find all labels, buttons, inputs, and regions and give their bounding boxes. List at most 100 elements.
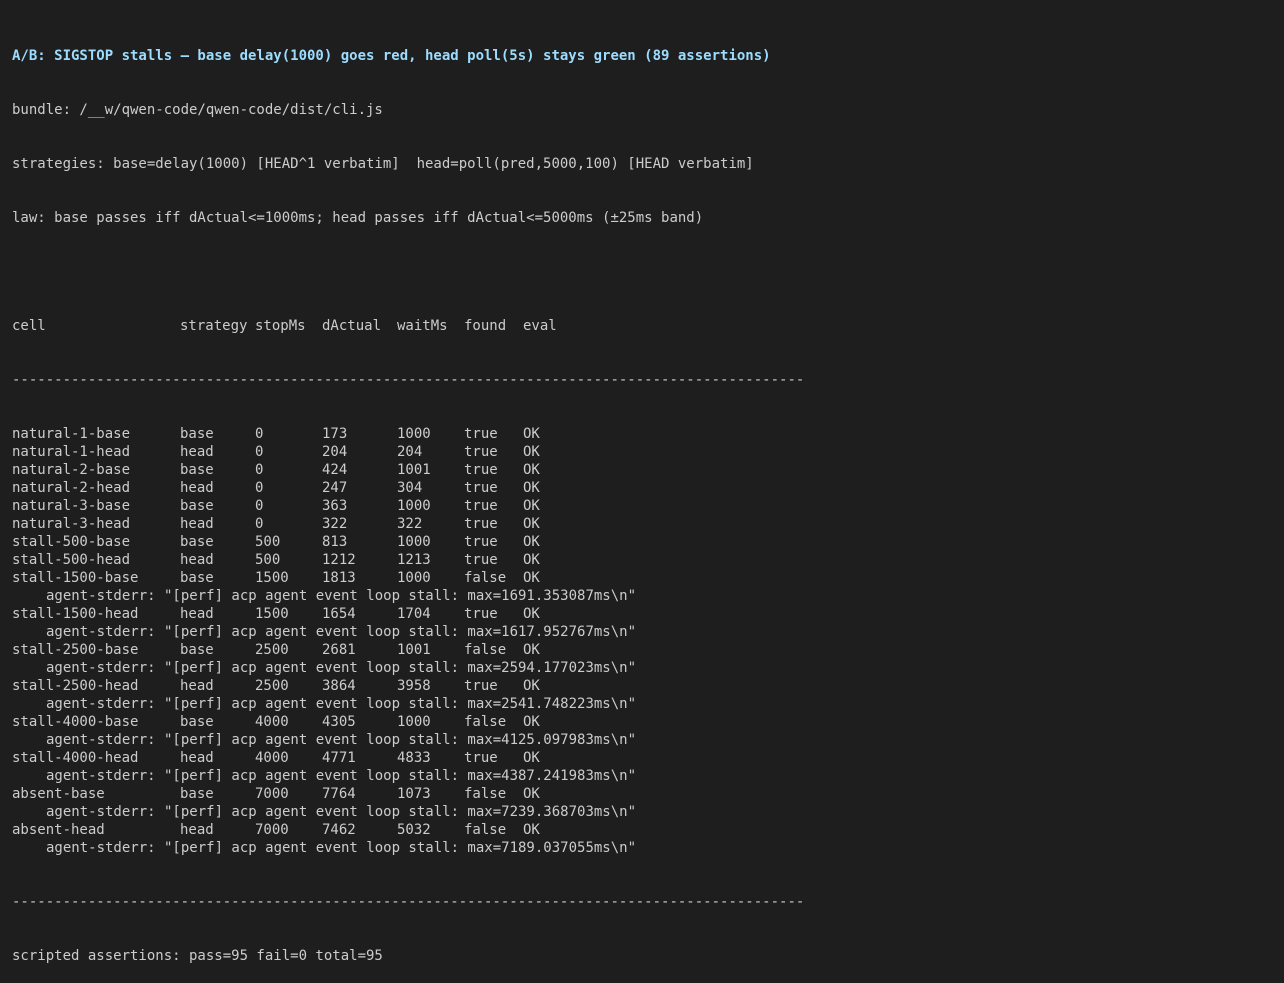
table-cell-stopms: 0 xyxy=(255,444,264,460)
table-cell-eval: OK xyxy=(523,570,540,586)
table-cell-dactual: 424 xyxy=(322,462,348,478)
table-cell-found: true xyxy=(464,516,498,532)
table-cell-dactual: 813 xyxy=(322,534,348,550)
table-cell-strategy: base xyxy=(180,498,214,514)
column-header-eval: eval xyxy=(523,318,557,334)
table-cell-found: false xyxy=(464,642,507,658)
table-row: absent-base base 7000 7764 1073 false OK xyxy=(12,785,804,803)
table-cell-eval: OK xyxy=(523,642,540,658)
table-cell-waitms: 3958 xyxy=(397,678,431,694)
table-cell-stopms: 500 xyxy=(255,552,281,568)
table-cell-strategy: head xyxy=(180,516,214,532)
table-cell-stopms: 0 xyxy=(255,498,264,514)
agent-stderr-line: agent-stderr: "[perf] acp agent event lo… xyxy=(46,840,637,856)
table-cell-found: true xyxy=(464,606,498,622)
table-row: stall-4000-head head 4000 4771 4833 true OK xyxy=(12,749,804,767)
table-bottom-rule: ----------------------------------------… xyxy=(12,894,805,910)
table-cell-found: false xyxy=(464,786,507,802)
table-body: natural-1-base base 0 173 1000 true OK natural-… xyxy=(12,425,804,857)
table-cell-dactual: 247 xyxy=(322,480,348,496)
table-cell-cell: absent-head xyxy=(12,822,105,838)
table-cell-dactual: 7462 xyxy=(322,822,356,838)
table-cell-waitms: 1213 xyxy=(397,552,431,568)
column-header-cell: cell xyxy=(12,318,46,334)
table-cell-eval: OK xyxy=(523,462,540,478)
table-cell-waitms: 1001 xyxy=(397,642,431,658)
table-cell-waitms: 1073 xyxy=(397,786,431,802)
terminal-output: A/B: SIGSTOP stalls — base delay(1000) g… xyxy=(12,11,804,983)
table-row: stall-500-head head 500 1212 1213 true OK xyxy=(12,551,804,569)
table-row: stall-2500-head head 2500 3864 3958 true OK xyxy=(12,677,804,695)
table-cell-eval: OK xyxy=(523,426,540,442)
table-row: stall-4000-base base 4000 4305 1000 false OK xyxy=(12,713,804,731)
table-cell-stopms: 2500 xyxy=(255,642,289,658)
table-cell-eval: OK xyxy=(523,822,540,838)
table-cell-found: true xyxy=(464,534,498,550)
table-cell-eval: OK xyxy=(523,516,540,532)
table-cell-eval: OK xyxy=(523,480,540,496)
table-cell-strategy: base xyxy=(180,462,214,478)
table-cell-cell: stall-4000-base xyxy=(12,714,139,730)
table-cell-found: true xyxy=(464,480,498,496)
table-cell-dactual: 4305 xyxy=(322,714,356,730)
table-cell-strategy: base xyxy=(180,786,214,802)
table-cell-cell: natural-1-base xyxy=(12,426,131,442)
table-cell-waitms: 1000 xyxy=(397,570,431,586)
table-row: natural-1-base base 0 173 1000 true OK xyxy=(12,425,804,443)
table-cell-eval: OK xyxy=(523,498,540,514)
table-cell-cell: stall-4000-head xyxy=(12,750,139,766)
table-row: natural-3-head head 0 322 322 true OK xyxy=(12,515,804,533)
table-cell-cell: stall-500-head xyxy=(12,552,131,568)
table-cell-stopms: 4000 xyxy=(255,750,289,766)
table-row: stall-1500-base base 1500 1813 1000 false OK xyxy=(12,569,804,587)
table-cell-strategy: head xyxy=(180,480,214,496)
table-cell-cell: absent-base xyxy=(12,786,105,802)
table-cell-dactual: 1212 xyxy=(322,552,356,568)
table-cell-eval: OK xyxy=(523,534,540,550)
table-cell-found: true xyxy=(464,678,498,694)
agent-stderr-line: agent-stderr: "[perf] acp agent event lo… xyxy=(46,624,637,640)
table-cell-cell: stall-2500-head xyxy=(12,678,139,694)
column-header-waitms: waitMs xyxy=(397,318,448,334)
table-top-rule: ----------------------------------------… xyxy=(12,372,805,388)
table-row: natural-3-base base 0 363 1000 true OK xyxy=(12,497,804,515)
table-cell-found: false xyxy=(464,714,507,730)
table-cell-strategy: base xyxy=(180,534,214,550)
table-cell-cell: natural-1-head xyxy=(12,444,131,460)
table-cell-waitms: 1000 xyxy=(397,534,431,550)
table-cell-cell: natural-3-head xyxy=(12,516,131,532)
table-cell-strategy: head xyxy=(180,822,214,838)
column-header-strategy: strategy xyxy=(180,318,248,334)
agent-stderr-line: agent-stderr: "[perf] acp agent event lo… xyxy=(46,588,637,604)
table-cell-waitms: 1001 xyxy=(397,462,431,478)
table-cell-cell: natural-2-head xyxy=(12,480,131,496)
table-cell-found: false xyxy=(464,570,507,586)
report-title: A/B: SIGSTOP stalls — base delay(1000) g… xyxy=(12,48,771,64)
table-cell-cell: stall-1500-head xyxy=(12,606,139,622)
table-row: natural-2-base base 0 424 1001 true OK xyxy=(12,461,804,479)
table-cell-waitms: 1704 xyxy=(397,606,431,622)
table-cell-strategy: head xyxy=(180,444,214,460)
table-cell-eval: OK xyxy=(523,606,540,622)
column-header-dactual: dActual xyxy=(322,318,382,334)
table-cell-stopms: 0 xyxy=(255,426,264,442)
table-cell-waitms: 204 xyxy=(397,444,423,460)
table-cell-dactual: 1654 xyxy=(322,606,356,622)
table-cell-stopms: 7000 xyxy=(255,786,289,802)
column-header-found: found xyxy=(464,318,507,334)
table-cell-found: false xyxy=(464,822,507,838)
table-cell-found: true xyxy=(464,552,498,568)
table-cell-dactual: 322 xyxy=(322,516,348,532)
table-cell-cell: stall-500-base xyxy=(12,534,131,550)
law-line: law: base passes iff dActual<=1000ms; he… xyxy=(12,210,704,226)
table-cell-waitms: 322 xyxy=(397,516,423,532)
table-cell-dactual: 204 xyxy=(322,444,348,460)
table-row: absent-head head 7000 7462 5032 false OK xyxy=(12,821,804,839)
table-row: stall-500-base base 500 813 1000 true OK xyxy=(12,533,804,551)
table-cell-strategy: base xyxy=(180,714,214,730)
table-cell-eval: OK xyxy=(523,678,540,694)
table-row: stall-2500-base base 2500 2681 1001 false OK xyxy=(12,641,804,659)
table-row: natural-1-head head 0 204 204 true OK xyxy=(12,443,804,461)
table-cell-strategy: head xyxy=(180,750,214,766)
